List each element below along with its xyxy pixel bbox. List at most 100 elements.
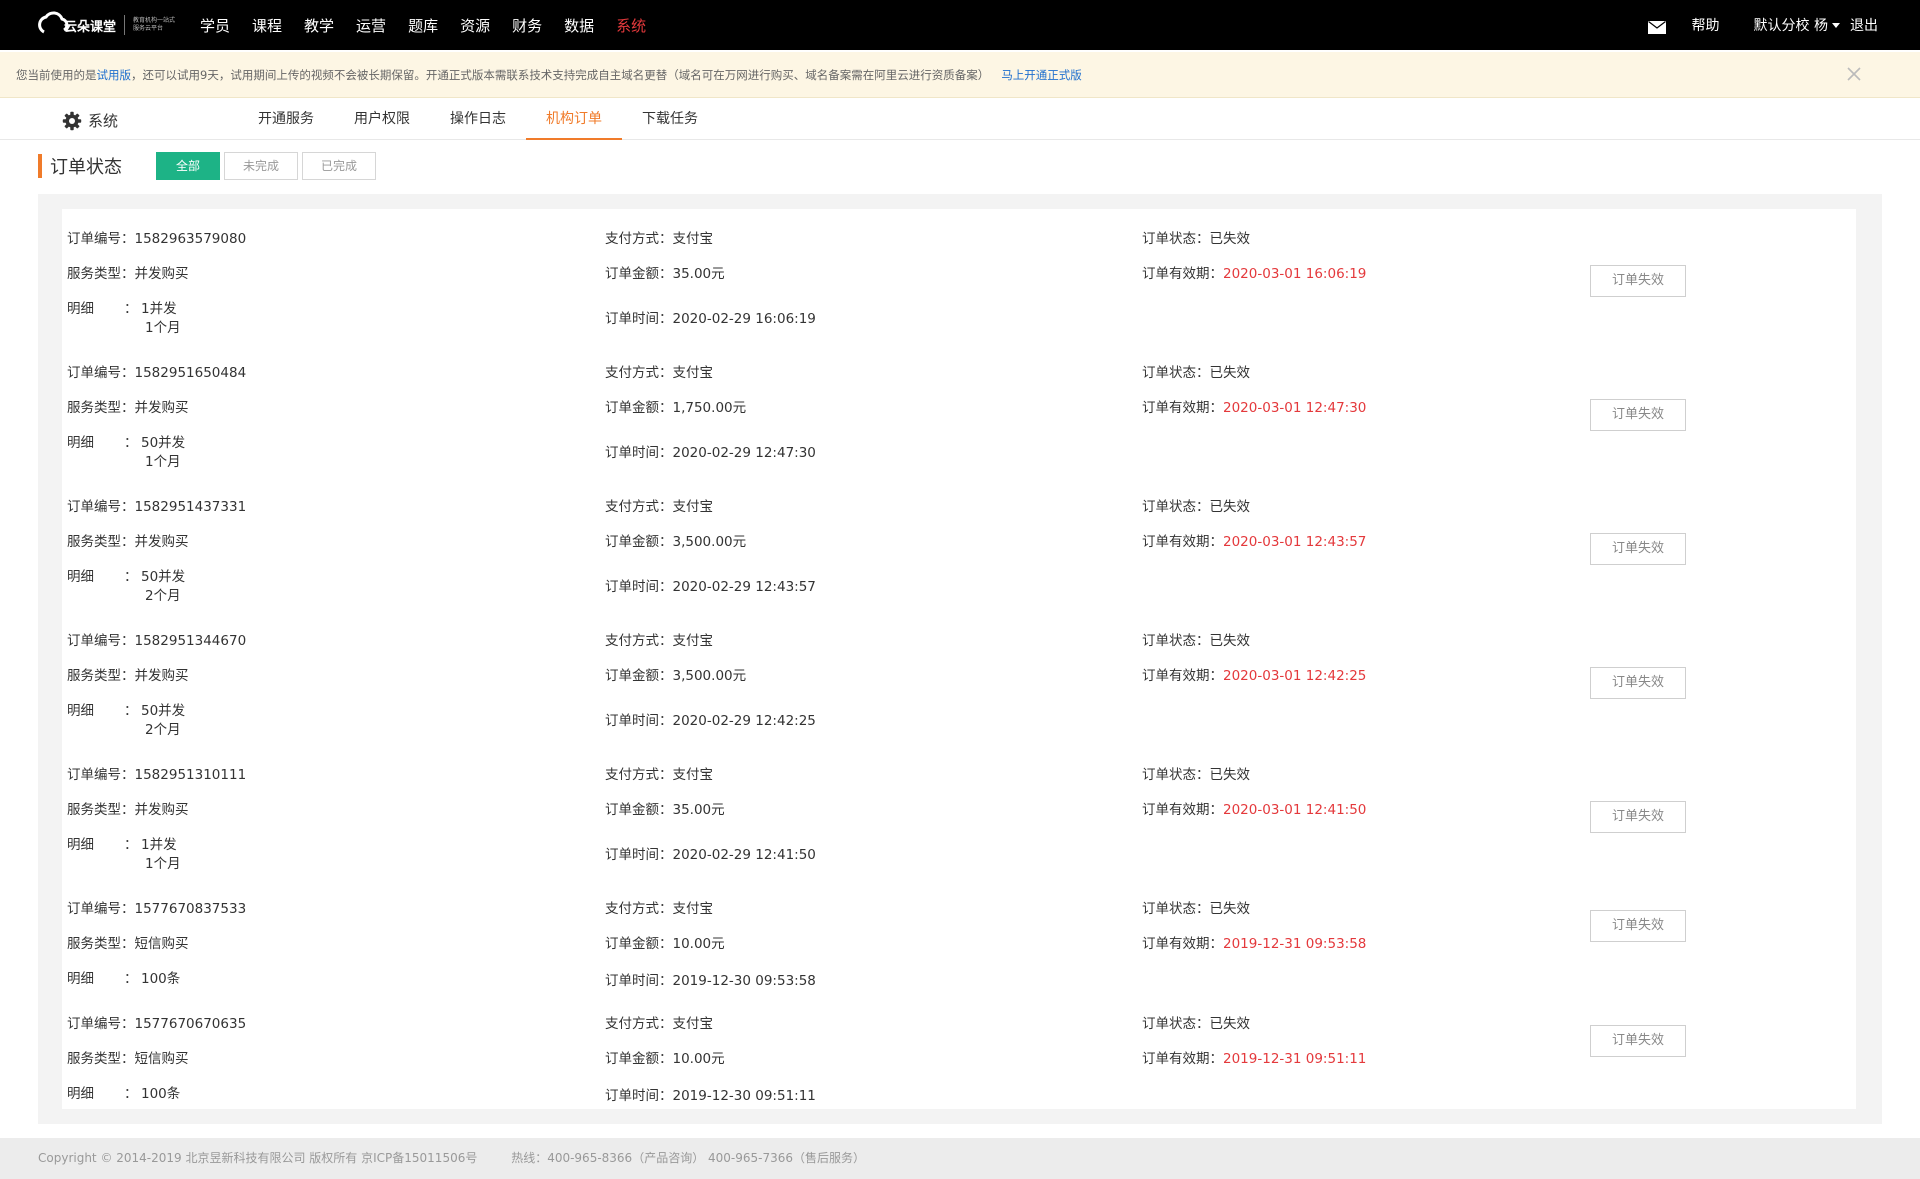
- order-detail: 明细 ： 100条: [67, 1082, 180, 1102]
- top-right-menu: 帮助 默认分校 杨 退出: [1647, 0, 1878, 50]
- detail-label: 明细: [67, 703, 94, 719]
- order-amount-value: 35.00元: [672, 802, 725, 818]
- order-detail: 明细 ： 100条: [67, 967, 180, 987]
- mail-icon[interactable]: [1647, 20, 1666, 34]
- detail-line-2: 1个月: [145, 320, 181, 336]
- order-row: 订单编号：1582951344670 服务类型：并发购买 明细 ： 50并发 2个月 支付方…: [62, 611, 1856, 745]
- nav-item-resources[interactable]: 资源: [460, 15, 490, 36]
- close-icon[interactable]: [1845, 65, 1863, 83]
- order-void-button[interactable]: 订单失效: [1590, 399, 1686, 431]
- valid-until-label: 订单有效期：: [1142, 668, 1223, 684]
- footer: Copyright © 2014-2019 北京昱新科技有限公司 版权所有 京I…: [0, 1138, 1920, 1179]
- filter-incomplete-button[interactable]: 未完成: [224, 152, 299, 180]
- service-type: 服务类型：短信购买: [67, 932, 189, 952]
- order-status: 订单状态：已失效: [1142, 227, 1250, 247]
- order-number-label: 订单编号：: [67, 901, 135, 917]
- pay-method-label: 支付方式：: [605, 767, 673, 783]
- nav-item-students[interactable]: 学员: [200, 15, 230, 36]
- order-void-button[interactable]: 订单失效: [1590, 1025, 1686, 1057]
- section-title-text: 系统: [88, 112, 119, 130]
- order-number-label: 订单编号：: [67, 499, 135, 515]
- order-number-label: 订单编号：: [67, 365, 135, 381]
- school-selector[interactable]: 默认分校 杨: [1754, 15, 1850, 35]
- detail-line-1: 50并发: [141, 569, 186, 585]
- filter-complete-button[interactable]: 已完成: [302, 152, 377, 180]
- order-valid-until: 订单有效期：2019-12-31 09:53:58: [1142, 932, 1366, 952]
- order-time-value: 2019-12-30 09:53:58: [672, 973, 816, 989]
- nav-item-question-bank[interactable]: 题库: [408, 15, 438, 36]
- nav-item-teaching[interactable]: 教学: [304, 15, 334, 36]
- order-amount: 订单金额：35.00元: [605, 262, 725, 282]
- service-type-value: 并发购买: [134, 400, 189, 416]
- order-row: 订单编号：1582951437331 服务类型：并发购买 明细 ： 50并发 2个月 支付方…: [62, 477, 1856, 611]
- detail-label: 明细: [67, 569, 94, 585]
- pay-method: 支付方式：支付宝: [605, 1012, 713, 1032]
- section-title: 系统: [62, 110, 118, 131]
- order-status-label: 订单状态：: [1142, 767, 1210, 783]
- detail-line-1: 100条: [141, 971, 181, 987]
- order-amount-value: 3,500.00元: [672, 668, 747, 684]
- pay-method-label: 支付方式：: [605, 901, 673, 917]
- detail-label: 明细: [67, 435, 94, 451]
- detail-colon: ：: [124, 569, 138, 585]
- chevron-down-icon: [1832, 22, 1840, 28]
- trial-notice: 您当前使用的是试用版，还可以试用9天，试用期间上传的视频不会被长期保留。开通正式…: [0, 52, 1920, 98]
- pay-method-value: 支付宝: [672, 1016, 714, 1032]
- order-status-value: 已失效: [1209, 767, 1251, 783]
- tab-operation-log[interactable]: 操作日志: [430, 100, 526, 140]
- order-detail: 明细 ： 1并发: [67, 833, 177, 853]
- valid-until-label: 订单有效期：: [1142, 1051, 1223, 1067]
- order-status-label: 订单状态：: [1142, 1016, 1210, 1032]
- order-status: 订单状态：已失效: [1142, 897, 1250, 917]
- service-type-value: 并发购买: [134, 534, 189, 550]
- service-type-value: 短信购买: [134, 1051, 189, 1067]
- nav-item-operations[interactable]: 运营: [356, 15, 386, 36]
- filter-all-button[interactable]: 全部: [156, 152, 221, 180]
- tab-user-permissions[interactable]: 用户权限: [334, 100, 430, 140]
- logo[interactable]: 云朵课堂 教育机构一站式服务云平台: [36, 10, 177, 40]
- order-void-button[interactable]: 订单失效: [1590, 910, 1686, 942]
- order-void-button[interactable]: 订单失效: [1590, 265, 1686, 297]
- detail-colon: ：: [124, 837, 138, 853]
- service-type-label: 服务类型：: [67, 936, 135, 952]
- order-void-button[interactable]: 订单失效: [1590, 533, 1686, 565]
- order-number-value: 1577670670635: [134, 1016, 247, 1032]
- tab-open-service[interactable]: 开通服务: [238, 100, 334, 140]
- order-time: 订单时间：2020-02-29 12:43:57: [605, 575, 816, 595]
- help-link[interactable]: 帮助: [1692, 15, 1720, 35]
- service-type-label: 服务类型：: [67, 534, 135, 550]
- order-amount-value: 35.00元: [672, 266, 725, 282]
- order-detail: 明细 ： 1并发: [67, 297, 177, 317]
- tab-download-tasks[interactable]: 下载任务: [622, 100, 718, 140]
- nav-item-system[interactable]: 系统: [616, 15, 646, 36]
- order-time-label: 订单时间：: [605, 847, 673, 863]
- tab-org-orders[interactable]: 机构订单: [526, 100, 622, 140]
- top-navbar: 云朵课堂 教育机构一站式服务云平台 学员 课程 教学 运营 题库 资源 财务 数…: [0, 0, 1920, 50]
- order-void-button[interactable]: 订单失效: [1590, 801, 1686, 833]
- nav-item-data[interactable]: 数据: [564, 15, 594, 36]
- nav-item-finance[interactable]: 财务: [512, 15, 542, 36]
- detail-line-2: 2个月: [145, 722, 181, 738]
- detail-colon: ：: [124, 435, 138, 451]
- valid-until-label: 订单有效期：: [1142, 936, 1223, 952]
- pay-method-value: 支付宝: [672, 767, 714, 783]
- pay-method-label: 支付方式：: [605, 231, 673, 247]
- valid-until-label: 订单有效期：: [1142, 534, 1223, 550]
- order-number-label: 订单编号：: [67, 633, 135, 649]
- logout-link[interactable]: 退出: [1850, 15, 1878, 35]
- order-number-value: 1582951310111: [134, 767, 247, 783]
- order-row: 订单编号：1582951310111 服务类型：并发购买 明细 ： 1并发 1个月 支付方式…: [62, 745, 1856, 879]
- valid-until-value: 2020-03-01 12:47:30: [1223, 400, 1367, 416]
- detail-line-1: 1并发: [141, 301, 177, 317]
- cloud-logo-icon: [38, 11, 69, 34]
- order-number: 订单编号：1582963579080: [67, 227, 246, 247]
- detail-line-2: 1个月: [145, 454, 181, 470]
- pay-method: 支付方式：支付宝: [605, 227, 713, 247]
- order-number-value: 1582951650484: [134, 365, 247, 381]
- order-void-button[interactable]: 订单失效: [1590, 667, 1686, 699]
- service-type-value: 短信购买: [134, 936, 189, 952]
- upgrade-link[interactable]: 马上开通正式版: [1001, 68, 1082, 82]
- service-type: 服务类型：并发购买: [67, 798, 189, 818]
- nav-item-courses[interactable]: 课程: [252, 15, 282, 36]
- order-time-value: 2020-02-29 16:06:19: [672, 311, 816, 327]
